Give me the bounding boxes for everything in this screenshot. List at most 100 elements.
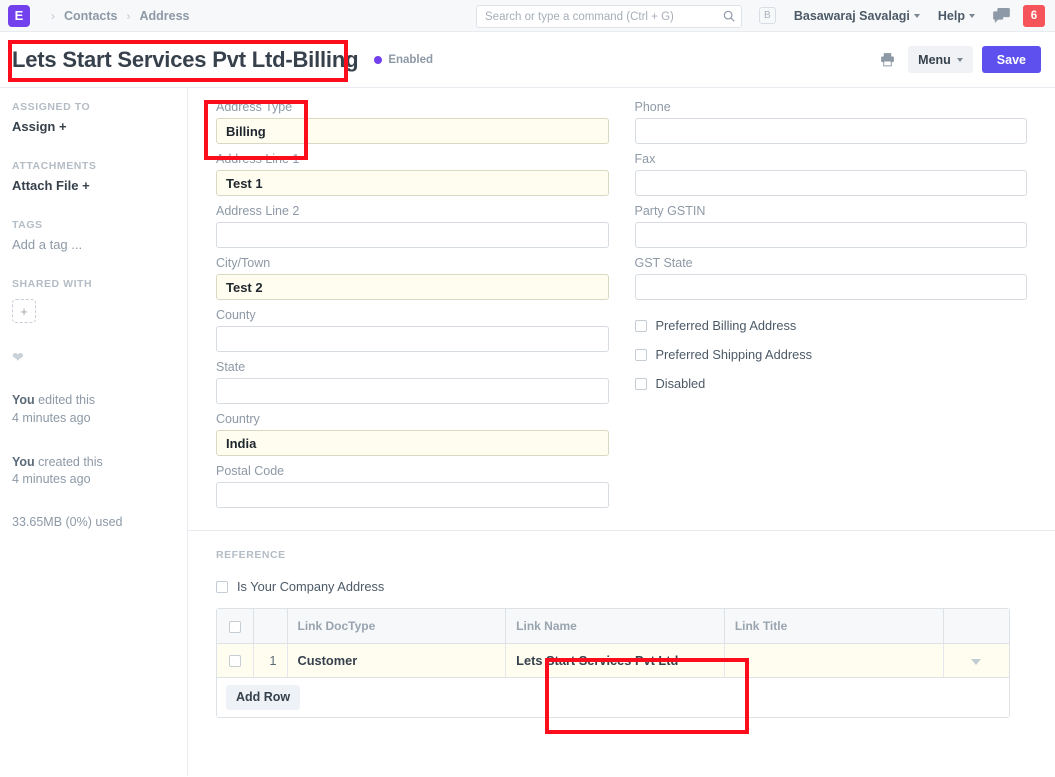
reference-section: REFERENCE Is Your Company Address Link D… — [188, 531, 1055, 718]
field-city-town: City/Town — [216, 256, 609, 300]
gst-state-input[interactable] — [635, 274, 1028, 300]
menu-button[interactable]: Menu — [908, 46, 973, 73]
column-header-link-name[interactable]: Link Name — [506, 609, 725, 643]
field-label: GST State — [635, 256, 1028, 270]
avatar: B — [759, 7, 776, 24]
sidebar-storage-usage: 33.65MB (0%) used — [12, 515, 175, 529]
sidebar-attach-file-button[interactable]: Attach File + — [12, 178, 175, 193]
fax-input[interactable] — [635, 170, 1028, 196]
state-input[interactable] — [216, 378, 609, 404]
search-input[interactable] — [476, 5, 742, 28]
field-address-line-1: Address Line 1 — [216, 152, 609, 196]
links-grid: Link DocType Link Name Link Title 1 — [216, 608, 1010, 718]
links-table: Link DocType Link Name Link Title 1 — [217, 609, 1009, 678]
checkbox-is-your-company-address[interactable]: Is Your Company Address — [216, 579, 1027, 594]
titlebar-actions: Menu Save — [875, 46, 1041, 73]
field-phone: Phone — [635, 100, 1028, 144]
column-header-link-title[interactable]: Link Title — [724, 609, 943, 643]
sidebar-heading-tags: TAGS — [12, 219, 175, 231]
checkbox-label: Preferred Shipping Address — [656, 347, 813, 362]
city-town-input[interactable] — [216, 274, 609, 300]
form-column-left: Address Type Address Line 1 Address Line… — [216, 100, 609, 516]
address-line-1-input[interactable] — [216, 170, 609, 196]
field-label: Address Line 2 — [216, 204, 609, 218]
cell-link-doctype[interactable]: Customer — [287, 643, 506, 677]
county-input[interactable] — [216, 326, 609, 352]
column-header-actions — [943, 609, 1009, 643]
app-logo[interactable]: E — [8, 5, 30, 27]
sidebar-created-note: You created this 4 minutes ago — [12, 454, 175, 490]
sidebar-edited-time: 4 minutes ago — [12, 411, 91, 425]
table-row[interactable]: 1 Customer Lets Start Services Pvt Ltd — [217, 643, 1009, 677]
notification-badge[interactable]: 6 — [1023, 5, 1045, 27]
sidebar-edited-note: You edited this 4 minutes ago — [12, 392, 175, 428]
field-label: Party GSTIN — [635, 204, 1028, 218]
chevron-down-icon — [914, 14, 920, 18]
chat-bubbles-icon[interactable] — [984, 8, 1019, 23]
user-menu[interactable]: Basawaraj Savalagi — [785, 9, 929, 23]
checkbox-box[interactable] — [635, 349, 647, 361]
field-party-gstin: Party GSTIN — [635, 204, 1028, 248]
cell-link-title[interactable] — [724, 643, 943, 677]
status-badge: Enabled — [374, 54, 433, 66]
field-label: County — [216, 308, 609, 322]
row-index-header — [253, 609, 287, 643]
printer-icon[interactable] — [875, 48, 899, 72]
country-input[interactable] — [216, 430, 609, 456]
phone-input[interactable] — [635, 118, 1028, 144]
table-header-row: Link DocType Link Name Link Title — [217, 609, 1009, 643]
checkbox-box[interactable] — [635, 320, 647, 332]
search-icon — [722, 9, 736, 23]
sidebar-add-share-button[interactable]: + — [12, 299, 36, 323]
main-content: Address Type Address Line 1 Address Line… — [188, 88, 1055, 776]
field-postal-code: Postal Code — [216, 464, 609, 508]
row-select-cell[interactable] — [217, 643, 253, 677]
breadcrumb-separator-icon: › — [117, 9, 139, 23]
checkbox-box[interactable] — [635, 378, 647, 390]
breadcrumb-item-contacts[interactable]: Contacts — [64, 9, 117, 23]
field-county: County — [216, 308, 609, 352]
add-row-button[interactable]: Add Row — [226, 685, 300, 710]
save-button[interactable]: Save — [982, 46, 1041, 73]
heart-icon[interactable]: ❤ — [12, 349, 175, 366]
chevron-down-icon[interactable] — [971, 659, 981, 665]
field-gst-state: GST State — [635, 256, 1028, 300]
cell-link-name[interactable]: Lets Start Services Pvt Ltd — [506, 643, 725, 677]
chevron-down-icon — [957, 58, 963, 62]
field-label: Phone — [635, 100, 1028, 114]
party-gstin-input[interactable] — [635, 222, 1028, 248]
checkbox-label: Is Your Company Address — [237, 579, 384, 594]
field-label: Address Line 1 — [216, 152, 609, 166]
status-dot-icon — [374, 56, 382, 64]
help-menu[interactable]: Help — [929, 9, 984, 23]
row-checkbox[interactable] — [229, 655, 241, 667]
checkbox-preferred-billing-address[interactable]: Preferred Billing Address — [635, 318, 1028, 333]
sidebar-edited-who: You — [12, 393, 35, 407]
postal-code-input[interactable] — [216, 482, 609, 508]
status-label: Enabled — [388, 54, 433, 66]
select-all-checkbox[interactable] — [229, 621, 241, 633]
sidebar-heading-shared-with: SHARED WITH — [12, 278, 175, 290]
grid-footer: Add Row — [217, 678, 1009, 717]
address-type-input[interactable] — [216, 118, 609, 144]
menu-button-label: Menu — [918, 53, 951, 67]
checkbox-label: Disabled — [656, 376, 706, 391]
checkbox-preferred-shipping-address[interactable]: Preferred Shipping Address — [635, 347, 1028, 362]
chevron-down-icon — [969, 14, 975, 18]
row-expand-cell[interactable] — [943, 643, 1009, 677]
checkbox-box[interactable] — [216, 581, 228, 593]
breadcrumb-item-address[interactable]: Address — [139, 9, 189, 23]
sidebar-created-time: 4 minutes ago — [12, 472, 91, 486]
sidebar-assign-button[interactable]: Assign + — [12, 119, 175, 134]
checkbox-disabled[interactable]: Disabled — [635, 376, 1028, 391]
sidebar: ASSIGNED TO Assign + ATTACHMENTS Attach … — [0, 88, 188, 776]
field-country: Country — [216, 412, 609, 456]
select-all-header[interactable] — [217, 609, 253, 643]
user-menu-label: Basawaraj Savalagi — [794, 9, 910, 23]
sidebar-add-tag-input[interactable]: Add a tag ... — [12, 237, 175, 252]
sidebar-heading-assigned-to: ASSIGNED TO — [12, 101, 175, 113]
address-line-2-input[interactable] — [216, 222, 609, 248]
field-address-type: Address Type — [216, 100, 609, 144]
column-header-link-doctype[interactable]: Link DocType — [287, 609, 506, 643]
sidebar-heading-attachments: ATTACHMENTS — [12, 160, 175, 172]
